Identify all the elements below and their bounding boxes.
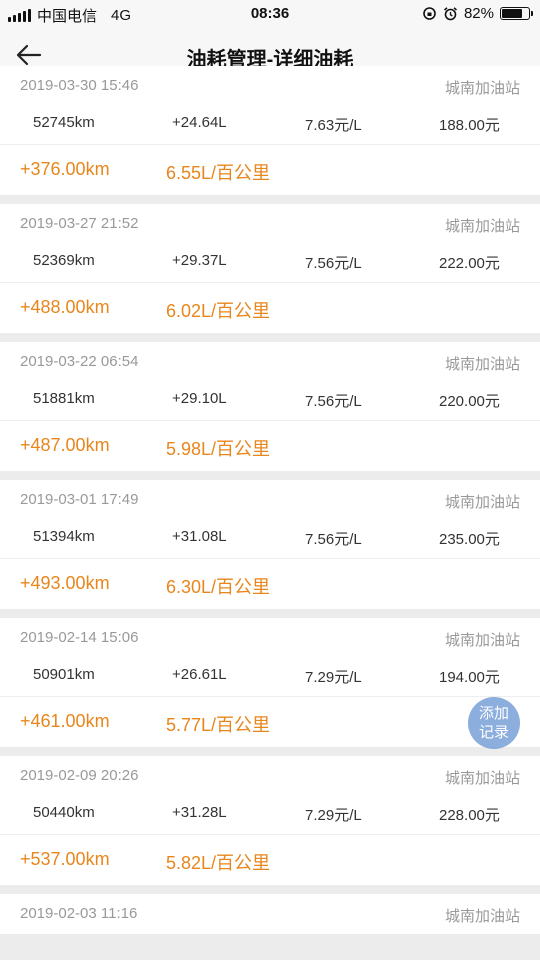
record-details: 51394km +31.08L 7.56元/L 235.00元 xyxy=(0,520,540,559)
record-consumption: 6.55L/百公里 xyxy=(166,163,271,183)
record-amount: 222.00元 xyxy=(439,255,500,272)
record-header: 2019-03-01 17:49 城南加油站 xyxy=(0,480,540,520)
record-summary: +493.00km 6.30L/百公里 xyxy=(0,559,540,609)
record-date: 2019-02-03 11:16 xyxy=(20,905,138,922)
record-odometer: 50901km xyxy=(33,666,95,683)
battery-tip xyxy=(531,11,533,16)
record-distance: +488.00km xyxy=(20,297,110,317)
record-fuel: +31.08L xyxy=(172,528,227,545)
record-card[interactable]: 2019-03-27 21:52 城南加油站 52369km +29.37L 7… xyxy=(0,204,540,333)
record-card[interactable]: 2019-03-22 06:54 城南加油站 51881km +29.10L 7… xyxy=(0,342,540,471)
record-date: 2019-02-14 15:06 xyxy=(20,629,139,646)
record-summary: +537.00km 5.82L/百公里 xyxy=(0,835,540,885)
rotation-lock-icon xyxy=(423,7,436,20)
record-header: 2019-03-30 15:46 城南加油站 xyxy=(0,66,540,106)
record-station: 城南加油站 xyxy=(444,356,520,373)
record-summary: +461.00km 5.77L/百公里 xyxy=(0,697,540,747)
record-station: 城南加油站 xyxy=(444,770,520,787)
add-record-label-line2: 记录 xyxy=(478,724,509,741)
record-fuel: +29.37L xyxy=(172,252,227,269)
record-odometer: 51881km xyxy=(33,390,95,407)
record-odometer: 50440km xyxy=(33,804,95,821)
record-date: 2019-03-27 21:52 xyxy=(20,215,139,232)
record-consumption: 6.02L/百公里 xyxy=(166,301,271,321)
record-fuel: +31.28L xyxy=(172,804,227,821)
record-date: 2019-02-09 20:26 xyxy=(20,767,139,784)
record-fuel: +24.64L xyxy=(172,114,227,131)
status-bar: 中国电信 4G 08:36 82% xyxy=(0,0,540,28)
record-odometer: 52745km xyxy=(33,114,95,131)
record-amount: 188.00元 xyxy=(439,117,500,134)
record-date: 2019-03-22 06:54 xyxy=(20,353,139,370)
record-distance: +461.00km xyxy=(20,711,110,731)
record-price: 7.56元/L xyxy=(305,393,362,410)
record-consumption: 5.77L/百公里 xyxy=(166,715,271,735)
alarm-icon xyxy=(443,7,457,21)
record-date: 2019-03-01 17:49 xyxy=(20,491,139,508)
record-distance: +537.00km xyxy=(20,849,110,869)
record-price: 7.63元/L xyxy=(305,117,362,134)
record-summary: +487.00km 5.98L/百公里 xyxy=(0,421,540,471)
record-header: 2019-03-22 06:54 城南加油站 xyxy=(0,342,540,382)
battery-level xyxy=(502,9,522,18)
record-header: 2019-02-03 11:16 城南加油站 xyxy=(0,894,540,934)
record-station: 城南加油站 xyxy=(444,632,520,649)
record-station: 城南加油站 xyxy=(444,908,520,925)
record-amount: 228.00元 xyxy=(439,807,500,824)
record-amount: 220.00元 xyxy=(439,393,500,410)
record-details: 52369km +29.37L 7.56元/L 222.00元 xyxy=(0,244,540,283)
record-summary: +488.00km 6.02L/百公里 xyxy=(0,283,540,333)
record-price: 7.29元/L xyxy=(305,669,362,686)
record-consumption: 5.98L/百公里 xyxy=(166,439,271,459)
record-price: 7.29元/L xyxy=(305,807,362,824)
record-date: 2019-03-30 15:46 xyxy=(20,77,139,94)
record-header: 2019-03-27 21:52 城南加油站 xyxy=(0,204,540,244)
battery-icon xyxy=(500,7,533,20)
record-distance: +376.00km xyxy=(20,159,110,179)
record-fuel: +26.61L xyxy=(172,666,227,683)
record-odometer: 52369km xyxy=(33,252,95,269)
record-station: 城南加油站 xyxy=(444,494,520,511)
record-card[interactable]: 2019-02-03 11:16 城南加油站 xyxy=(0,894,540,934)
status-right: 82% xyxy=(422,5,533,22)
battery-percent: 82% xyxy=(463,5,494,22)
record-consumption: 5.82L/百公里 xyxy=(166,853,271,873)
add-record-button[interactable]: 添加 记录 xyxy=(468,697,520,749)
record-distance: +487.00km xyxy=(20,435,110,455)
record-card[interactable]: 2019-03-30 15:46 城南加油站 52745km +24.64L 7… xyxy=(0,66,540,195)
record-odometer: 51394km xyxy=(33,528,95,545)
record-card[interactable]: 2019-02-14 15:06 城南加油站 50901km +26.61L 7… xyxy=(0,618,540,747)
record-amount: 235.00元 xyxy=(439,531,500,548)
record-header: 2019-02-14 15:06 城南加油站 xyxy=(0,618,540,658)
record-card[interactable]: 2019-03-01 17:49 城南加油站 51394km +31.08L 7… xyxy=(0,480,540,609)
record-fuel: +29.10L xyxy=(172,390,227,407)
record-details: 52745km +24.64L 7.63元/L 188.00元 xyxy=(0,106,540,145)
record-card[interactable]: 2019-02-09 20:26 城南加油站 50440km +31.28L 7… xyxy=(0,756,540,885)
record-price: 7.56元/L xyxy=(305,255,362,272)
record-details: 51881km +29.10L 7.56元/L 220.00元 xyxy=(0,382,540,421)
record-summary: +376.00km 6.55L/百公里 xyxy=(0,145,540,195)
record-details: 50440km +31.28L 7.29元/L 228.00元 xyxy=(0,796,540,835)
record-station: 城南加油站 xyxy=(444,80,520,97)
record-station: 城南加油站 xyxy=(444,218,520,235)
record-header: 2019-02-09 20:26 城南加油站 xyxy=(0,756,540,796)
record-distance: +493.00km xyxy=(20,573,110,593)
record-amount: 194.00元 xyxy=(439,669,500,686)
add-record-label-line1: 添加 xyxy=(478,705,509,722)
record-price: 7.56元/L xyxy=(305,531,362,548)
record-details: 50901km +26.61L 7.29元/L 194.00元 xyxy=(0,658,540,697)
record-consumption: 6.30L/百公里 xyxy=(166,577,271,597)
record-list[interactable]: 2019-03-30 15:46 城南加油站 52745km +24.64L 7… xyxy=(0,66,540,943)
